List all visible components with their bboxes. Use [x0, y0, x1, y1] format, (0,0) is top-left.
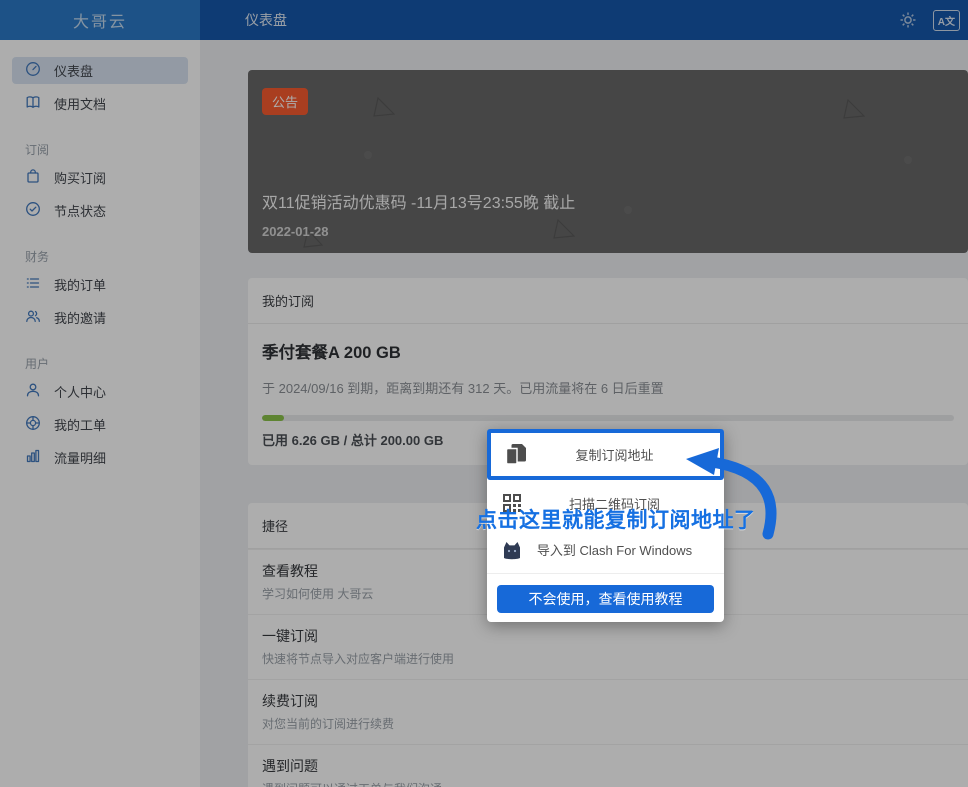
page: 大哥云 仪表盘 A文 仪表盘 使用 [0, 0, 968, 787]
modal-item-label: 复制订阅地址 [529, 445, 710, 464]
view-tutorial-button[interactable]: 不会使用，查看使用教程 [497, 585, 714, 613]
modal-item-label: 导入到 Clash For Windows [525, 540, 714, 559]
modal-item-label: 扫描二维码订阅 [525, 494, 714, 513]
modal-item-copy-subscription-url[interactable]: 复制订阅地址 [487, 429, 724, 480]
modal-backdrop[interactable] [0, 0, 968, 787]
subscribe-modal: 复制订阅地址 扫描二维码订阅 导入到 Clash Fo [487, 429, 724, 622]
modal-item-scan-qr-subscribe[interactable]: 扫描二维码订阅 [487, 480, 724, 526]
modal-item-import-clash[interactable]: 导入到 Clash For Windows [487, 526, 724, 572]
clash-cat-icon [499, 539, 525, 560]
qr-code-icon [499, 492, 525, 514]
copy-icon [503, 442, 529, 468]
